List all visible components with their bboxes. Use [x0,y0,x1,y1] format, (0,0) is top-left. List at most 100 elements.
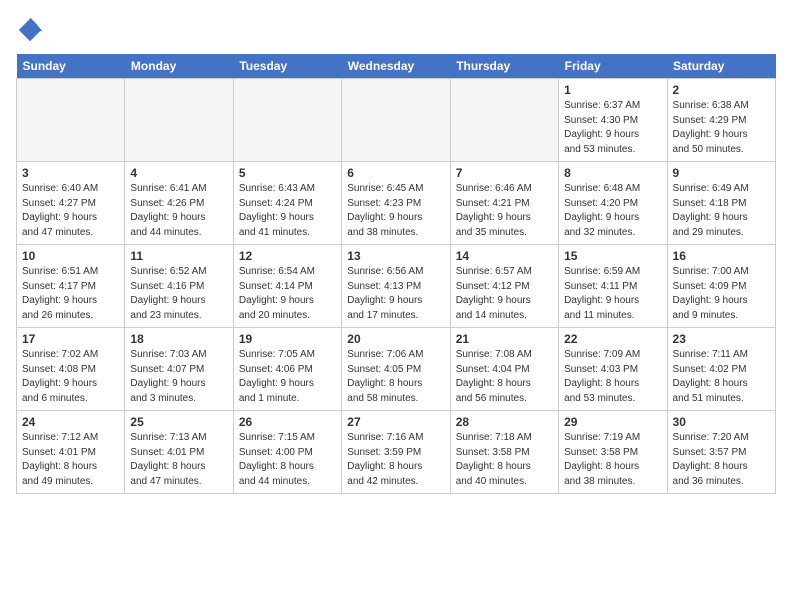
calendar-cell: 19 Sunrise: 7:05 AM Sunset: 4:06 PM Dayli… [233,328,341,411]
day-number: 6 [347,166,444,180]
calendar-week-row: 3 Sunrise: 6:40 AM Sunset: 4:27 PM Daylig… [17,162,776,245]
day-info: Sunrise: 6:51 AM Sunset: 4:17 PM Dayligh… [22,265,119,323]
day-info: Sunrise: 6:48 AM Sunset: 4:20 PM Dayligh… [564,182,661,240]
day-number: 23 [673,332,770,346]
calendar-cell: 3 Sunrise: 6:40 AM Sunset: 4:27 PM Daylig… [17,162,125,245]
day-info: Sunrise: 6:43 AM Sunset: 4:24 PM Dayligh… [239,182,336,240]
calendar-cell: 24Sunrise: 7:12 AM Sunset: 4:01 PM Dayli… [17,411,125,494]
calendar-cell: 14 Sunrise: 6:57 AM Sunset: 4:12 PM Dayli… [450,245,558,328]
calendar-cell: 28 Sunrise: 7:18 AM Sunset: 3:58 PM Dayli… [450,411,558,494]
calendar-day-header: Thursday [450,54,558,79]
day-info: Sunrise: 7:05 AM Sunset: 4:06 PM Dayligh… [239,348,336,406]
calendar-cell [125,79,233,162]
day-info: Sunrise: 7:20 AM Sunset: 3:57 PM Dayligh… [673,431,770,489]
day-number: 10 [22,249,119,263]
day-number: 9 [673,166,770,180]
day-number: 14 [456,249,553,263]
calendar-cell: 10 Sunrise: 6:51 AM Sunset: 4:17 PM Dayli… [17,245,125,328]
calendar-cell: 13 Sunrise: 6:56 AM Sunset: 4:13 PM Dayli… [342,245,450,328]
day-number: 2 [673,83,770,97]
day-info: Sunrise: 7:00 AM Sunset: 4:09 PM Dayligh… [673,265,770,323]
calendar-cell: 9 Sunrise: 6:49 AM Sunset: 4:18 PM Daylig… [667,162,775,245]
calendar-cell: 25 Sunrise: 7:13 AM Sunset: 4:01 PM Dayli… [125,411,233,494]
day-number: 18 [130,332,227,346]
day-number: 7 [456,166,553,180]
calendar-cell: 23 Sunrise: 7:11 AM Sunset: 4:02 PM Dayli… [667,328,775,411]
calendar-cell: 16 Sunrise: 7:00 AM Sunset: 4:09 PM Dayli… [667,245,775,328]
calendar-cell: 29 Sunrise: 7:19 AM Sunset: 3:58 PM Dayli… [559,411,667,494]
calendar-header-row: SundayMondayTuesdayWednesdayThursdayFrid… [17,54,776,79]
calendar-cell: 17 Sunrise: 7:02 AM Sunset: 4:08 PM Dayli… [17,328,125,411]
calendar-cell: 1Sunrise: 6:37 AM Sunset: 4:30 PM Daylig… [559,79,667,162]
calendar-cell: 4 Sunrise: 6:41 AM Sunset: 4:26 PM Daylig… [125,162,233,245]
calendar-day-header: Friday [559,54,667,79]
day-info: Sunrise: 6:56 AM Sunset: 4:13 PM Dayligh… [347,265,444,323]
day-info: Sunrise: 6:41 AM Sunset: 4:26 PM Dayligh… [130,182,227,240]
day-number: 29 [564,415,661,429]
day-info: Sunrise: 7:13 AM Sunset: 4:01 PM Dayligh… [130,431,227,489]
calendar-cell: 30 Sunrise: 7:20 AM Sunset: 3:57 PM Dayli… [667,411,775,494]
day-info: Sunrise: 7:15 AM Sunset: 4:00 PM Dayligh… [239,431,336,489]
calendar-cell: 11 Sunrise: 6:52 AM Sunset: 4:16 PM Dayli… [125,245,233,328]
day-info: Sunrise: 6:40 AM Sunset: 4:27 PM Dayligh… [22,182,119,240]
day-number: 12 [239,249,336,263]
calendar-table: SundayMondayTuesdayWednesdayThursdayFrid… [16,54,776,494]
day-info: Sunrise: 7:11 AM Sunset: 4:02 PM Dayligh… [673,348,770,406]
day-info: Sunrise: 7:18 AM Sunset: 3:58 PM Dayligh… [456,431,553,489]
day-number: 19 [239,332,336,346]
day-number: 26 [239,415,336,429]
calendar-cell: 15 Sunrise: 6:59 AM Sunset: 4:11 PM Dayli… [559,245,667,328]
day-info: Sunrise: 7:03 AM Sunset: 4:07 PM Dayligh… [130,348,227,406]
day-number: 15 [564,249,661,263]
logo-icon [16,16,44,44]
day-info: Sunrise: 7:06 AM Sunset: 4:05 PM Dayligh… [347,348,444,406]
calendar-day-header: Sunday [17,54,125,79]
day-number: 30 [673,415,770,429]
day-number: 22 [564,332,661,346]
calendar-cell: 8 Sunrise: 6:48 AM Sunset: 4:20 PM Daylig… [559,162,667,245]
calendar-cell [450,79,558,162]
calendar-week-row: 10 Sunrise: 6:51 AM Sunset: 4:17 PM Dayli… [17,245,776,328]
day-info: Sunrise: 6:46 AM Sunset: 4:21 PM Dayligh… [456,182,553,240]
day-info: Sunrise: 7:02 AM Sunset: 4:08 PM Dayligh… [22,348,119,406]
day-number: 3 [22,166,119,180]
calendar-cell: 18 Sunrise: 7:03 AM Sunset: 4:07 PM Dayli… [125,328,233,411]
day-info: Sunrise: 6:54 AM Sunset: 4:14 PM Dayligh… [239,265,336,323]
day-info: Sunrise: 7:08 AM Sunset: 4:04 PM Dayligh… [456,348,553,406]
day-info: Sunrise: 7:19 AM Sunset: 3:58 PM Dayligh… [564,431,661,489]
calendar-day-header: Wednesday [342,54,450,79]
day-number: 28 [456,415,553,429]
day-info: Sunrise: 6:38 AM Sunset: 4:29 PM Dayligh… [673,99,770,157]
day-number: 8 [564,166,661,180]
page-header [16,16,776,44]
day-info: Sunrise: 6:57 AM Sunset: 4:12 PM Dayligh… [456,265,553,323]
calendar-cell: 6Sunrise: 6:45 AM Sunset: 4:23 PM Daylig… [342,162,450,245]
calendar-cell [233,79,341,162]
day-number: 21 [456,332,553,346]
calendar-week-row: 24Sunrise: 7:12 AM Sunset: 4:01 PM Dayli… [17,411,776,494]
calendar-cell: 5Sunrise: 6:43 AM Sunset: 4:24 PM Daylig… [233,162,341,245]
day-number: 13 [347,249,444,263]
day-info: Sunrise: 6:59 AM Sunset: 4:11 PM Dayligh… [564,265,661,323]
calendar-cell: 26 Sunrise: 7:15 AM Sunset: 4:00 PM Dayli… [233,411,341,494]
day-number: 27 [347,415,444,429]
day-number: 24 [22,415,119,429]
day-number: 20 [347,332,444,346]
calendar-cell: 2 Sunrise: 6:38 AM Sunset: 4:29 PM Daylig… [667,79,775,162]
calendar-week-row: 17 Sunrise: 7:02 AM Sunset: 4:08 PM Dayli… [17,328,776,411]
day-number: 1 [564,83,661,97]
day-number: 4 [130,166,227,180]
day-number: 25 [130,415,227,429]
day-info: Sunrise: 6:52 AM Sunset: 4:16 PM Dayligh… [130,265,227,323]
calendar-day-header: Tuesday [233,54,341,79]
day-number: 11 [130,249,227,263]
day-number: 16 [673,249,770,263]
calendar-cell: 21 Sunrise: 7:08 AM Sunset: 4:04 PM Dayli… [450,328,558,411]
day-info: Sunrise: 6:49 AM Sunset: 4:18 PM Dayligh… [673,182,770,240]
calendar-cell: 27 Sunrise: 7:16 AM Sunset: 3:59 PM Dayli… [342,411,450,494]
calendar-cell [342,79,450,162]
day-number: 17 [22,332,119,346]
calendar-week-row: 1Sunrise: 6:37 AM Sunset: 4:30 PM Daylig… [17,79,776,162]
calendar-day-header: Saturday [667,54,775,79]
day-info: Sunrise: 7:16 AM Sunset: 3:59 PM Dayligh… [347,431,444,489]
